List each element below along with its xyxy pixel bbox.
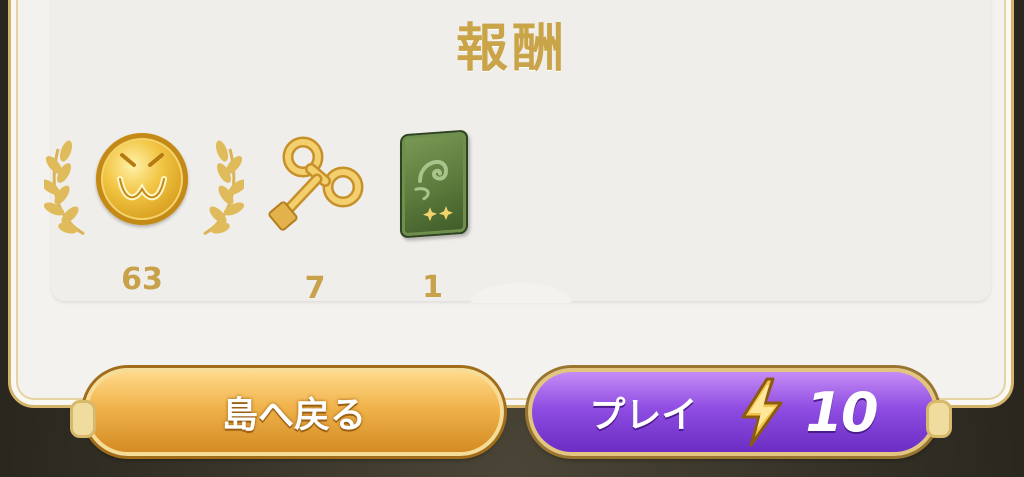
play-button-label: プレイ (589, 395, 698, 436)
button-ornament-right (926, 400, 952, 438)
lightning-bolt-icon (741, 377, 783, 447)
play-cost: 10 (805, 380, 878, 444)
play-button[interactable]: プレイ 10 (528, 368, 952, 456)
reward-item-key: 7 (265, 135, 365, 306)
card-emblem-icon (414, 159, 453, 222)
green-card-pack-icon (400, 129, 468, 239)
reward-count: 7 (304, 271, 326, 306)
reward-count: 63 (121, 262, 163, 297)
wind-up-key-icon (268, 136, 364, 231)
back-button-label: 島へ戻る (221, 395, 366, 436)
back-to-island-button[interactable]: 島へ戻る (70, 368, 504, 456)
button-ornament-left (70, 400, 96, 438)
laurel-left-icon (44, 140, 85, 236)
laurel-right-icon (203, 140, 244, 236)
panel-title: 報酬 (455, 19, 568, 79)
reward-item-card-pack: 1 (390, 128, 475, 308)
reward-screen: 報酬 63 7 1 島へ戻る プレイ 10 (0, 0, 1024, 477)
coin-face-icon (117, 153, 167, 201)
gold-coin-icon (96, 133, 188, 225)
reward-count: 1 (422, 270, 443, 305)
reward-item-coin: 63 (44, 125, 244, 297)
